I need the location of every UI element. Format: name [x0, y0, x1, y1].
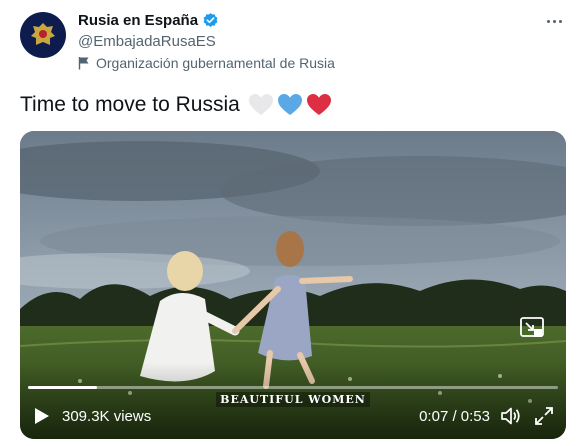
- affiliation-label: Organización gubernamental de Rusia: [78, 55, 335, 71]
- affiliation-text: Organización gubernamental de Rusia: [96, 55, 335, 71]
- video-watermark: BEAUTIFUL WOMEN: [20, 392, 566, 407]
- blue-heart-icon: [277, 94, 302, 115]
- more-icon[interactable]: [543, 14, 565, 28]
- video-watermark-text: BEAUTIFUL WOMEN: [216, 392, 370, 407]
- play-icon[interactable]: [34, 407, 50, 425]
- tweet-text: Time to move to Russia: [20, 93, 332, 117]
- volume-icon[interactable]: [500, 406, 522, 426]
- verified-icon: [203, 13, 218, 27]
- pip-icon[interactable]: [520, 317, 544, 339]
- white-heart-icon: [248, 94, 273, 115]
- display-name[interactable]: Rusia en España: [78, 12, 198, 29]
- avatar-emblem-icon: [31, 23, 55, 45]
- progress-bar[interactable]: [28, 386, 558, 389]
- tweet-text-content: Time to move to Russia: [20, 93, 240, 116]
- flag-icon: [78, 57, 89, 70]
- emoji-hearts: [248, 93, 332, 117]
- account-handle[interactable]: @EmbajadaRusaES: [78, 33, 216, 50]
- fullscreen-icon[interactable]: [534, 406, 554, 426]
- view-count: 309.3K views: [62, 408, 152, 425]
- video-time: 0:07 / 0:53: [419, 408, 490, 425]
- red-heart-icon: [306, 94, 331, 115]
- progress-fill: [28, 386, 97, 389]
- display-name-row[interactable]: Rusia en España: [78, 12, 219, 29]
- video-player[interactable]: 309.3K views BEAUTIFUL WOMEN 0:07 / 0:53: [20, 131, 566, 439]
- avatar[interactable]: [20, 12, 66, 58]
